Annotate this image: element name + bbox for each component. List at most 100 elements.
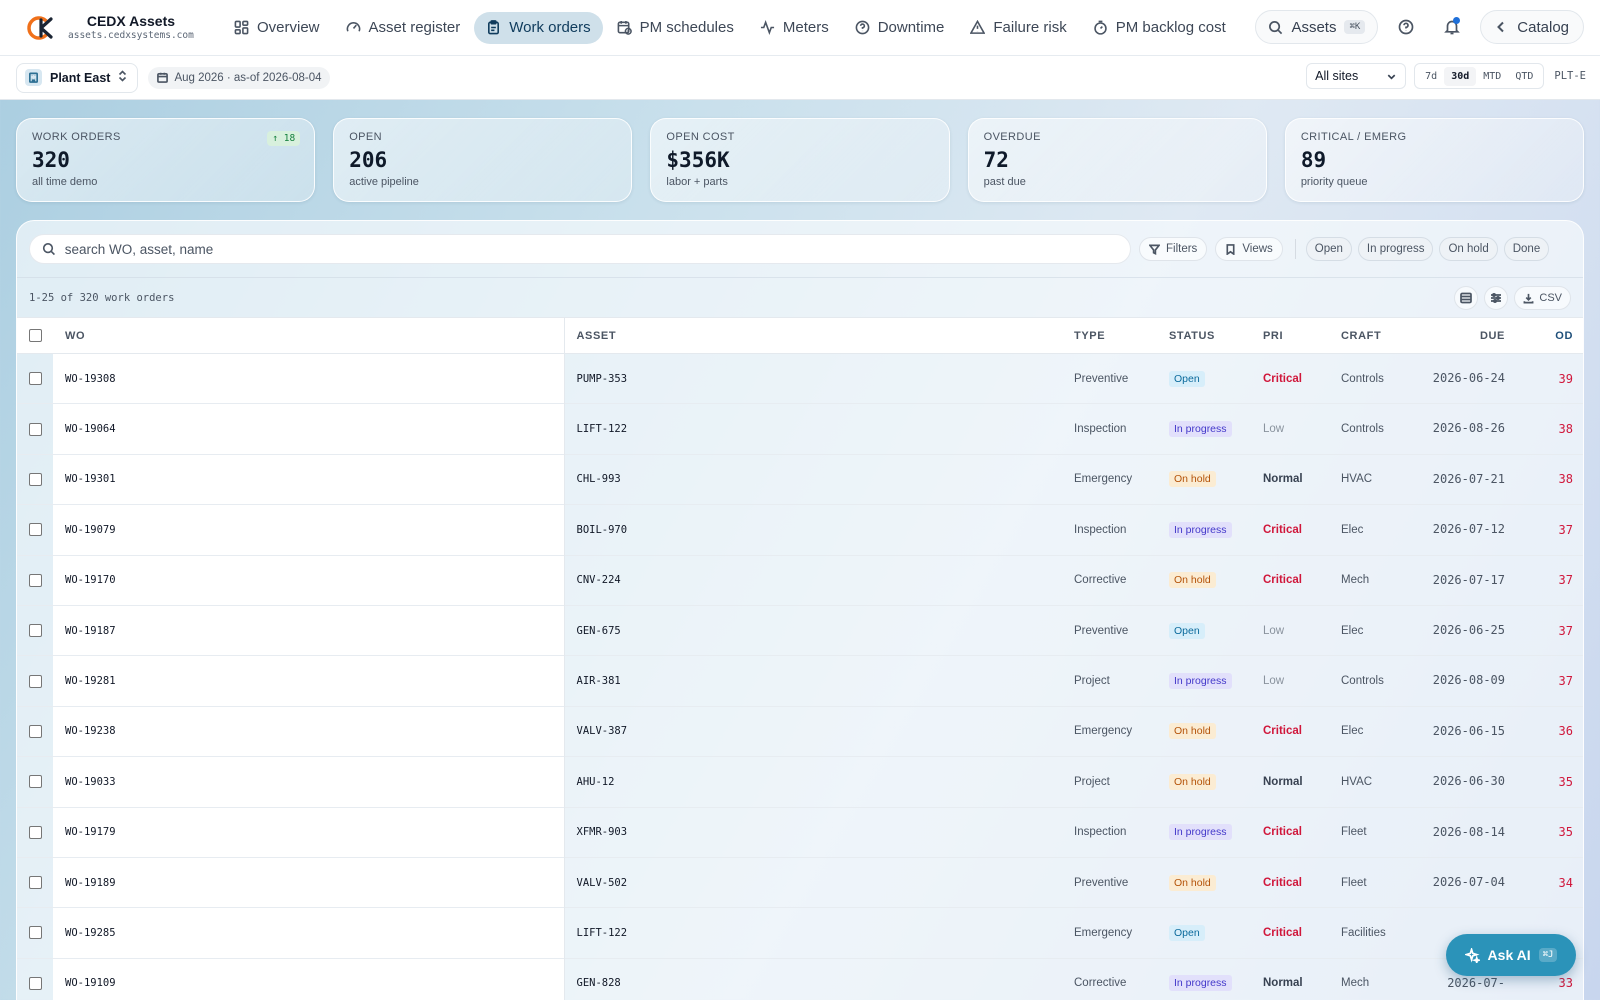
asset-cell[interactable]: PUMP-353 bbox=[564, 354, 1074, 404]
row-checkbox[interactable] bbox=[29, 724, 42, 738]
filters-button[interactable]: Filters bbox=[1139, 237, 1208, 261]
kpi-overdue[interactable]: Overdue 72 past due bbox=[967, 118, 1267, 202]
views-button[interactable]: Views bbox=[1215, 237, 1283, 261]
table-row[interactable]: WO-19079 BOIL-970 Inspection In progress Cri… bbox=[17, 504, 1583, 556]
row-checkbox[interactable] bbox=[29, 573, 42, 587]
wo-id-cell[interactable]: WO-19033 bbox=[53, 756, 565, 808]
table-row[interactable]: WO-19064 LIFT-122 Inspection In progress Low… bbox=[17, 403, 1583, 455]
wo-id-cell[interactable]: WO-19189 bbox=[53, 857, 565, 908]
search-box[interactable] bbox=[29, 234, 1131, 264]
chip-open[interactable]: Open bbox=[1305, 237, 1352, 261]
table-row[interactable]: WO-19238 VALV-387 Emergency On hold Critical… bbox=[17, 706, 1583, 757]
row-checkbox[interactable] bbox=[29, 825, 42, 839]
range-7d[interactable]: 7d bbox=[1418, 67, 1444, 86]
asset-cell[interactable]: VALV-387 bbox=[564, 706, 1074, 756]
wo-id-cell[interactable]: WO-19170 bbox=[53, 555, 565, 606]
table-row[interactable]: WO-19301 CHL-993 Emergency On hold Normal HVA… bbox=[17, 454, 1583, 505]
table-row[interactable]: WO-19308 PUMP-353 Preventive Open Critical Co… bbox=[17, 353, 1583, 404]
table-row[interactable]: WO-19170 CNV-224 Corrective On hold Critical… bbox=[17, 555, 1583, 606]
wo-id-cell[interactable]: WO-19238 bbox=[53, 706, 565, 757]
csv-export-button[interactable]: CSV bbox=[1514, 286, 1571, 310]
wo-id-cell[interactable]: WO-19079 bbox=[53, 504, 565, 556]
kpi-open[interactable]: Open 206 active pipeline bbox=[333, 118, 633, 202]
row-checkbox[interactable] bbox=[29, 472, 42, 486]
nav-asset-register[interactable]: Asset register bbox=[334, 12, 473, 44]
chip-in-progress[interactable]: In progress bbox=[1357, 237, 1434, 261]
select-all-checkbox[interactable] bbox=[29, 329, 42, 342]
wo-id-cell[interactable]: WO-19301 bbox=[53, 454, 565, 505]
search-input[interactable] bbox=[64, 241, 1118, 257]
ask-ai-button[interactable]: Ask AI ⌘J bbox=[1446, 934, 1576, 976]
wo-id-cell[interactable]: WO-19064 bbox=[53, 403, 565, 455]
asset-cell[interactable]: GEN-675 bbox=[564, 605, 1074, 655]
asset-cell[interactable]: AHU-12 bbox=[564, 757, 1074, 807]
table-row[interactable]: WO-19179 XFMR-903 Inspection In progress Cri… bbox=[17, 807, 1583, 858]
brand[interactable]: CEDX Assets assets.cedxsystems.com bbox=[26, 13, 222, 43]
asset-cell[interactable]: LIFT-122 bbox=[564, 908, 1074, 958]
catalog-button[interactable]: Catalog bbox=[1480, 10, 1584, 44]
column-header-wo[interactable]: WO bbox=[53, 317, 565, 354]
column-header-due[interactable]: DUE bbox=[1421, 317, 1517, 354]
asset-cell[interactable]: VALV-502 bbox=[564, 857, 1074, 907]
kpi-open-cost[interactable]: Open cost $356K labor + parts bbox=[650, 118, 950, 202]
column-header-asset[interactable]: ASSET bbox=[564, 317, 1074, 354]
range-mtd[interactable]: MTD bbox=[1476, 67, 1508, 86]
column-header-od-sorted[interactable]: OD bbox=[1517, 317, 1583, 354]
range-30d[interactable]: 30d bbox=[1444, 66, 1477, 86]
wo-id-cell[interactable]: WO-19285 bbox=[53, 907, 565, 959]
assets-search-button[interactable]: Assets ⌘K bbox=[1255, 10, 1379, 44]
row-checkbox[interactable] bbox=[29, 876, 42, 890]
row-checkbox[interactable] bbox=[29, 624, 42, 638]
row-checkbox[interactable] bbox=[29, 926, 42, 940]
column-header-pri[interactable]: PRI bbox=[1263, 317, 1341, 354]
plant-selector[interactable]: Plant East bbox=[16, 62, 139, 93]
nav-work-orders[interactable]: Work orders bbox=[474, 11, 603, 44]
asset-cell[interactable]: BOIL-970 bbox=[564, 505, 1074, 555]
wo-id-cell[interactable]: WO-19179 bbox=[53, 807, 565, 858]
row-checkbox[interactable] bbox=[29, 674, 42, 688]
range-qtd[interactable]: QTD bbox=[1508, 67, 1540, 86]
row-checkbox[interactable] bbox=[29, 976, 42, 990]
column-header-status[interactable]: STATUS bbox=[1169, 317, 1263, 354]
row-checkbox[interactable] bbox=[29, 422, 42, 436]
nav-overview[interactable]: Overview bbox=[222, 12, 332, 44]
nav-meters[interactable]: Meters bbox=[748, 12, 841, 44]
column-header-type[interactable]: TYPE bbox=[1074, 317, 1169, 354]
table-row[interactable]: WO-19109 GEN-828 Corrective In progress Norm… bbox=[17, 958, 1583, 1000]
kpi-critical-emerg[interactable]: Critical / Emerg 89 priority queue bbox=[1284, 118, 1585, 202]
chevron-left-icon bbox=[1497, 21, 1505, 33]
nav-pm-backlog-cost[interactable]: PM backlog cost bbox=[1081, 12, 1238, 44]
notifications-button[interactable] bbox=[1434, 10, 1470, 44]
wo-id-cell[interactable]: WO-19109 bbox=[53, 958, 565, 1000]
asset-cell[interactable]: AIR-381 bbox=[564, 656, 1074, 706]
table-row[interactable]: WO-19033 AHU-12 Project On hold Normal HVAC 20… bbox=[17, 756, 1583, 808]
chip-done[interactable]: Done bbox=[1503, 237, 1550, 261]
chip-on-hold[interactable]: On hold bbox=[1439, 237, 1498, 261]
wo-id-cell[interactable]: WO-19187 bbox=[53, 605, 565, 656]
wo-id-cell[interactable]: WO-19281 bbox=[53, 655, 565, 707]
row-checkbox[interactable] bbox=[29, 372, 42, 386]
wo-id-cell[interactable]: WO-19308 bbox=[53, 353, 565, 404]
columns-button[interactable] bbox=[1484, 286, 1509, 310]
table-row[interactable]: WO-19285 LIFT-122 Emergency Open Critical Fac… bbox=[17, 907, 1583, 959]
asset-cell[interactable]: GEN-828 bbox=[564, 958, 1074, 1000]
table-row[interactable]: WO-19187 GEN-675 Preventive Open Low Elec 2026… bbox=[17, 605, 1583, 656]
table-row[interactable]: WO-19189 VALV-502 Preventive On hold Critica… bbox=[17, 857, 1583, 908]
kpi-work-orders[interactable]: Work orders 320 all time demo ↑ 18 bbox=[16, 118, 316, 202]
asset-cell[interactable]: CHL-993 bbox=[564, 454, 1074, 504]
nav-pm-schedules[interactable]: PM schedules bbox=[605, 12, 746, 44]
table-row[interactable]: WO-19281 AIR-381 Project In progress Low Cont… bbox=[17, 655, 1583, 707]
type-cell: Preventive bbox=[1074, 624, 1129, 637]
site-select[interactable]: All sites bbox=[1306, 63, 1407, 89]
nav-failure-risk[interactable]: Failure risk bbox=[958, 12, 1078, 44]
column-header-craft[interactable]: CRAFT bbox=[1341, 317, 1421, 354]
nav-downtime[interactable]: Downtime bbox=[843, 12, 957, 44]
row-checkbox[interactable] bbox=[29, 523, 42, 537]
row-checkbox[interactable] bbox=[29, 775, 42, 789]
asset-cell[interactable]: CNV-224 bbox=[564, 555, 1074, 605]
help-button[interactable] bbox=[1388, 10, 1424, 44]
asset-cell[interactable]: XFMR-903 bbox=[564, 807, 1074, 857]
asset-cell[interactable]: LIFT-122 bbox=[564, 404, 1074, 454]
density-button[interactable] bbox=[1454, 286, 1479, 310]
period-pill[interactable]: Aug 2026 · as-of 2026-08-04 bbox=[148, 66, 331, 89]
